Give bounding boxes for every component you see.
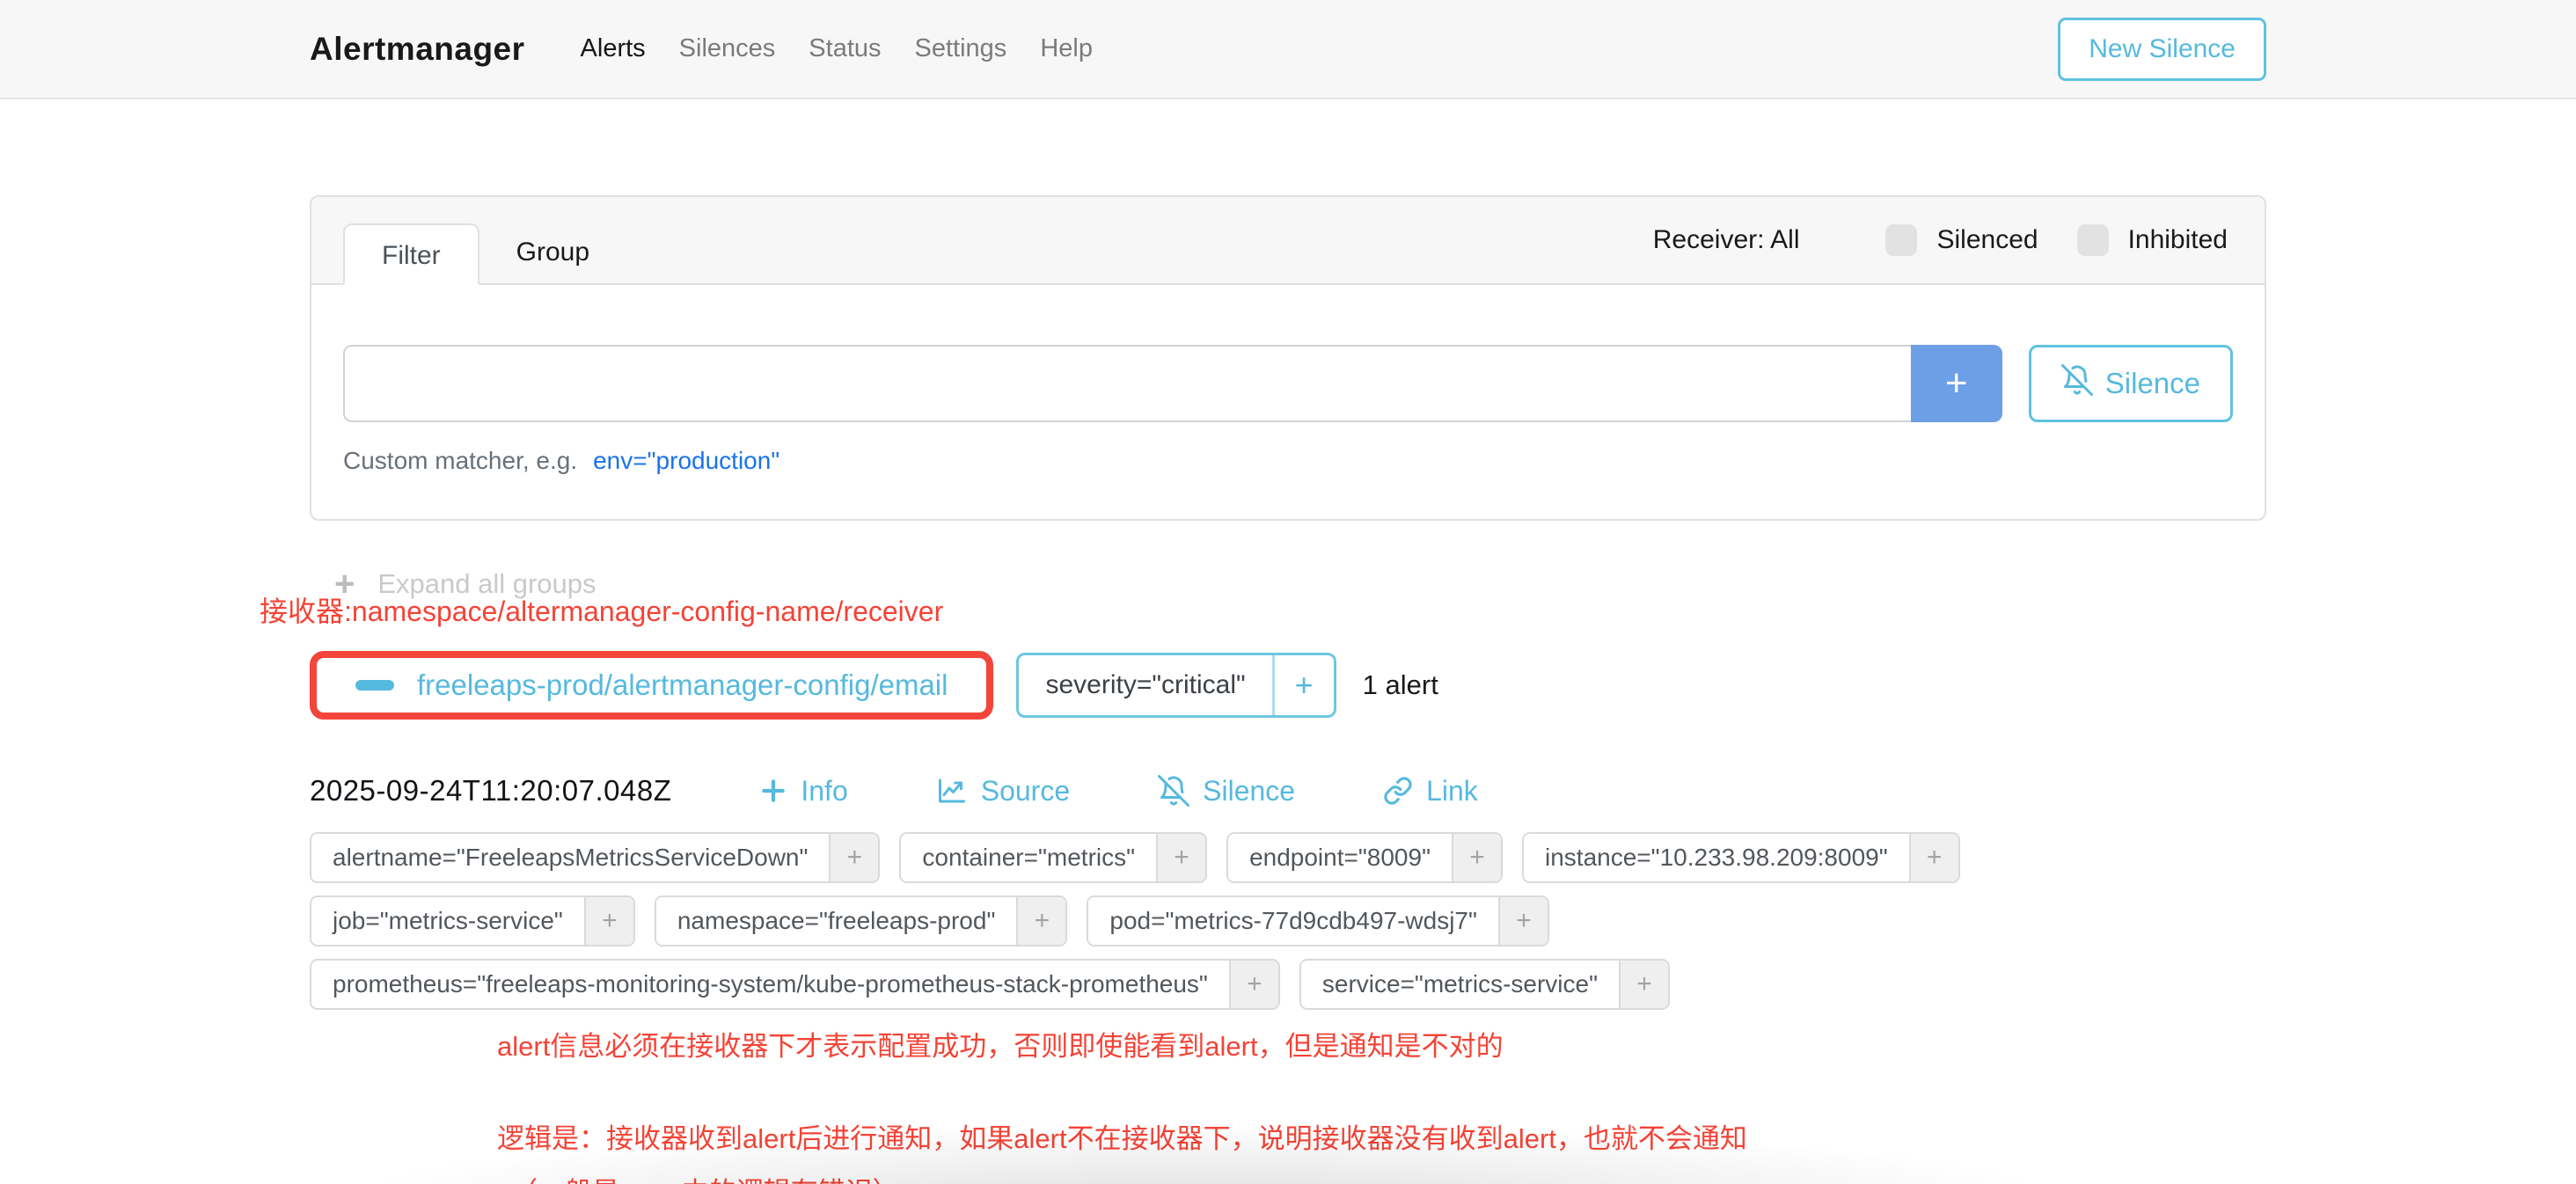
custom-matcher-hint: Custom matcher, e.g. [343,447,577,475]
inhibited-checkbox[interactable] [2077,224,2109,256]
alert-count-label: 1 alert [1363,669,1438,701]
alert-labels: alertname="FreeleapsMetricsServiceDown" … [310,832,2266,1010]
inhibited-checkbox-label: Inhibited [2128,225,2228,255]
label-tag-add-button[interactable]: + [1909,834,1958,881]
alert-info-label: Info [801,775,847,808]
silenced-checkbox[interactable] [1885,224,1917,256]
nav-item-alerts[interactable]: Alerts [581,34,646,63]
matcher-example-link[interactable]: env="production" [593,447,779,475]
alert-link-label: Link [1426,775,1478,808]
silence-button-label: Silence [2105,367,2200,400]
label-tag-add-button[interactable]: + [829,834,878,881]
label-tag-text: namespace="freeleaps-prod" [656,897,1017,945]
annotation-receiver-note: 接收器:namespace/altermanager-config-name/r… [260,589,2266,630]
link-icon [1383,776,1413,806]
matcher-input[interactable] [343,345,1911,422]
group-matcher-label: severity="critical" [1019,655,1271,715]
label-tag-add-button[interactable]: + [1619,961,1668,1008]
label-tag-text: instance="10.233.98.209:8009" [1524,834,1909,881]
label-tag: alertname="FreeleapsMetricsServiceDown" … [310,832,880,883]
alert-silence-button[interactable]: Silence [1158,775,1295,808]
tab-group[interactable]: Group [479,222,626,283]
bell-slash-icon [1158,775,1189,807]
label-tag: namespace="freeleaps-prod" + [655,895,1068,946]
label-tag-add-button[interactable]: + [1016,897,1065,945]
group-matcher-tag: severity="critical" + [1016,653,1336,718]
group-matcher-add-button[interactable]: + [1272,655,1334,715]
silenced-checkbox-label: Silenced [1936,225,2038,255]
label-tag-add-button[interactable]: + [1498,897,1548,945]
label-tag-add-button[interactable]: + [1229,961,1278,1008]
nav-item-settings[interactable]: Settings [915,34,1007,63]
label-tag-text: alertname="FreeleapsMetricsServiceDown" [311,834,829,881]
navbar: Alertmanager Alerts Silences Status Sett… [0,0,2576,99]
receiver-filter-label[interactable]: Receiver: All [1653,225,1800,255]
alert-info-button[interactable]: Info [759,775,847,808]
inhibited-checkbox-group[interactable]: Inhibited [2077,224,2228,256]
red-annotation-box: freeleaps-prod/alertmanager-config/email [310,651,993,720]
add-matcher-button[interactable]: + [1911,345,2002,422]
annotation-route-note: （一般是route中的逻辑有错误） [510,1170,2266,1184]
label-tag: service="metrics-service" + [1299,959,1670,1010]
label-tag-text: pod="metrics-77d9cdb497-wdsj7" [1088,897,1498,945]
silenced-checkbox-group[interactable]: Silenced [1885,224,2038,256]
label-tag: endpoint="8009" + [1226,832,1503,883]
label-tag: container="metrics" + [899,832,1207,883]
nav-item-help[interactable]: Help [1040,34,1093,63]
filter-panel: Filter Group Receiver: All Silenced Inhi… [310,195,2266,521]
filter-panel-body: + Silence Custom m [311,285,2265,519]
alert-generator-link[interactable]: Link [1383,775,1478,808]
group-receiver-name[interactable]: freeleaps-prod/alertmanager-config/email [417,669,948,702]
label-tag-text: job="metrics-service" [311,897,584,945]
alert-timestamp: 2025-09-24T11:20:07.048Z [310,774,671,808]
label-tag-text: service="metrics-service" [1301,961,1619,1008]
label-tag-text: prometheus="freeleaps-monitoring-system/… [311,961,1229,1008]
nav-item-silences[interactable]: Silences [679,34,776,63]
label-tag: prometheus="freeleaps-monitoring-system/… [310,959,1280,1010]
tab-filter[interactable]: Filter [343,223,479,285]
label-tag-add-button[interactable]: + [1156,834,1205,881]
annotation-logic-note: 逻辑是：接收器收到alert后进行通知，如果alert不在接收器下，说明接收器没… [497,1116,2266,1156]
silence-from-filter-button[interactable]: Silence [2029,345,2233,422]
label-tag-add-button[interactable]: + [584,897,633,945]
label-tag-add-button[interactable]: + [1452,834,1501,881]
alert-source-link[interactable]: Source [936,775,1070,808]
bell-slash-icon [2061,364,2093,403]
main-content: Filter Group Receiver: All Silenced Inhi… [310,195,2266,1184]
collapse-group-icon[interactable] [355,680,394,691]
label-tag: job="metrics-service" + [310,895,635,946]
annotation-alert-note: alert信息必须在接收器下才表示配置成功，否则即使能看到alert，但是通知是… [497,1024,2266,1063]
filter-panel-tabs: Filter Group Receiver: All Silenced Inhi… [311,197,2265,285]
label-tag: instance="10.233.98.209:8009" + [1522,832,1960,883]
app-brand: Alertmanager [310,31,525,68]
plus-icon [759,777,787,805]
chart-icon [936,775,968,807]
alert-source-label: Source [981,775,1070,808]
new-silence-button[interactable]: New Silence [2058,18,2266,81]
label-tag: pod="metrics-77d9cdb497-wdsj7" + [1087,895,1549,946]
label-tag-text: container="metrics" [901,834,1156,881]
alert-silence-label: Silence [1203,775,1295,808]
nav-item-status[interactable]: Status [809,34,881,63]
label-tag-text: endpoint="8009" [1228,834,1452,881]
